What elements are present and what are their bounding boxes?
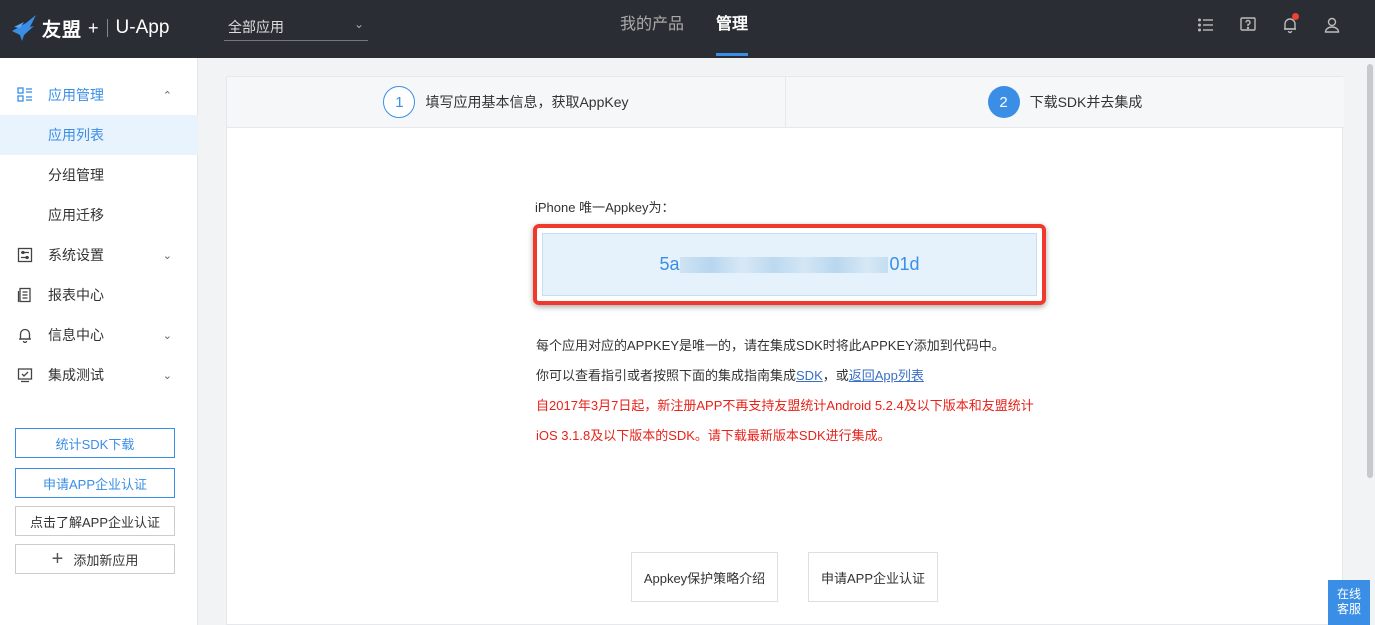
sidebar-subitem-app-list[interactable]: 应用列表 <box>0 115 198 155</box>
logo-product-text: U-App <box>115 17 170 38</box>
monitor-check-icon <box>16 366 34 384</box>
appkey-redaction-mosaic <box>680 256 889 273</box>
step-number: 2 <box>987 86 1020 118</box>
sdk-link[interactable]: SDK <box>796 368 823 383</box>
apply-cert-button[interactable]: 申请APP企业认证 <box>808 552 938 602</box>
step-number: 1 <box>383 86 416 118</box>
step-1: 1 填写应用基本信息，获取AppKey <box>227 77 785 127</box>
umeng-logo[interactable]: 友盟 + U-App <box>10 8 169 48</box>
nav-management[interactable]: 管理 <box>700 0 764 58</box>
sidebar-item-label: 报表中心 <box>48 287 104 303</box>
apply-enterprise-cert-button[interactable]: 申请APP企业认证 <box>15 468 175 498</box>
top-nav: 我的产品 管理 <box>604 0 764 58</box>
integration-guide-text: 你可以查看指引或者按照下面的集成指南集成SDK，或返回App列表 <box>536 365 924 384</box>
sdk-notice-line-2: iOS 3.1.8及以下版本的SDK。请下载最新版本SDK进行集成。 <box>536 428 891 443</box>
appkey-prefix: 5a <box>659 254 680 274</box>
top-navigation-bar: 友盟 + U-App 全部应用 ⌄ 我的产品 管理 <box>0 0 1375 58</box>
nav-my-products[interactable]: 我的产品 <box>604 0 700 58</box>
sidebar-item-message-center[interactable]: 信息中心 ⌄ <box>0 315 198 355</box>
plus-icon: + <box>51 548 64 570</box>
service-label-line-2: 客服 <box>1336 602 1361 616</box>
step-2: 2 下载SDK并去集成 <box>785 77 1344 127</box>
sidebar-item-label: 应用管理 <box>48 87 104 103</box>
appkey-info-text: 每个应用对应的APPKEY是唯一的，请在集成SDK时将此APPKEY添加到代码中… <box>536 338 1005 353</box>
sidebar-item-app-management[interactable]: 应用管理 ⌃ <box>0 75 198 115</box>
document-icon <box>16 286 34 304</box>
top-icon-group <box>1185 0 1353 50</box>
settings-panel-icon <box>16 246 34 264</box>
sidebar-item-report-center[interactable]: 报表中心 <box>0 275 198 315</box>
sidebar-item-label: 集成测试 <box>48 367 104 383</box>
bell-icon[interactable] <box>1269 13 1311 37</box>
chevron-down-icon: ⌄ <box>353 17 364 31</box>
sidebar-item-system-settings[interactable]: 系统设置 ⌄ <box>0 235 198 275</box>
logo-plus-text: + <box>88 17 99 38</box>
chevron-down-icon: ⌄ <box>162 249 172 262</box>
guide-middle-text: ，或 <box>822 368 849 383</box>
learn-enterprise-cert-button[interactable]: 点击了解APP企业认证 <box>15 506 175 536</box>
chevron-up-icon: ⌃ <box>162 89 172 102</box>
logo-divider <box>106 19 108 37</box>
chevron-down-icon: ⌄ <box>162 369 172 382</box>
notification-dot <box>1292 13 1299 20</box>
appkey-label: iPhone 唯一Appkey为： <box>535 200 675 215</box>
chevron-down-icon: ⌄ <box>162 329 172 342</box>
help-icon[interactable] <box>1227 13 1269 37</box>
step-indicator: 1 填写应用基本信息，获取AppKey 2 下载SDK并去集成 <box>227 77 1344 128</box>
sidebar: 应用管理 ⌃ 应用列表 分组管理 应用迁移 系统设置 ⌄ 报表中心 信息中心 ⌄… <box>0 58 198 625</box>
sidebar-subitem-app-migration[interactable]: 应用迁移 <box>0 195 198 235</box>
page-scrollbar-thumb[interactable] <box>1367 64 1373 478</box>
app-selector-value: 全部应用 <box>228 19 284 35</box>
main-card: 1 填写应用基本信息，获取AppKey 2 下载SDK并去集成 iPhone 唯… <box>226 76 1344 625</box>
guide-prefix-text: 你可以查看指引或者按照下面的集成指南集成 <box>536 368 797 383</box>
service-label-line-1: 在线 <box>1336 587 1361 601</box>
grid-list-icon <box>16 86 34 104</box>
appkey-suffix: 01d <box>889 254 920 274</box>
appkey-box[interactable]: 5a 01d <box>542 233 1037 296</box>
list-icon[interactable] <box>1185 13 1227 37</box>
appkey-highlight-frame: 5a 01d <box>533 224 1046 305</box>
add-new-app-button[interactable]: + 添加新应用 <box>15 544 175 574</box>
app-selector-dropdown[interactable]: 全部应用 ⌄ <box>224 13 368 41</box>
sdk-notice-line-1: 自2017年3月7日起，新注册APP不再支持友盟统计Android 5.2.4及… <box>536 398 1034 413</box>
sidebar-item-label: 系统设置 <box>48 247 104 263</box>
step-label: 下载SDK并去集成 <box>1029 94 1143 110</box>
step-label: 填写应用基本信息，获取AppKey <box>425 94 629 110</box>
online-service-button[interactable]: 在线 客服 <box>1328 580 1370 625</box>
sidebar-subitem-group-management[interactable]: 分组管理 <box>0 155 198 195</box>
add-new-app-label: 添加新应用 <box>73 552 139 568</box>
back-to-app-list-link[interactable]: 返回App列表 <box>849 368 924 383</box>
sdk-download-button[interactable]: 统计SDK下载 <box>15 428 175 458</box>
bird-logo-icon <box>12 15 36 41</box>
bell-icon <box>16 326 34 344</box>
appkey-policy-button[interactable]: Appkey保护策略介绍 <box>631 552 778 602</box>
logo-brand-text: 友盟 <box>42 19 83 41</box>
sidebar-item-integration-test[interactable]: 集成测试 ⌄ <box>0 355 198 395</box>
sidebar-item-label: 信息中心 <box>48 327 104 343</box>
user-icon[interactable] <box>1311 13 1353 37</box>
